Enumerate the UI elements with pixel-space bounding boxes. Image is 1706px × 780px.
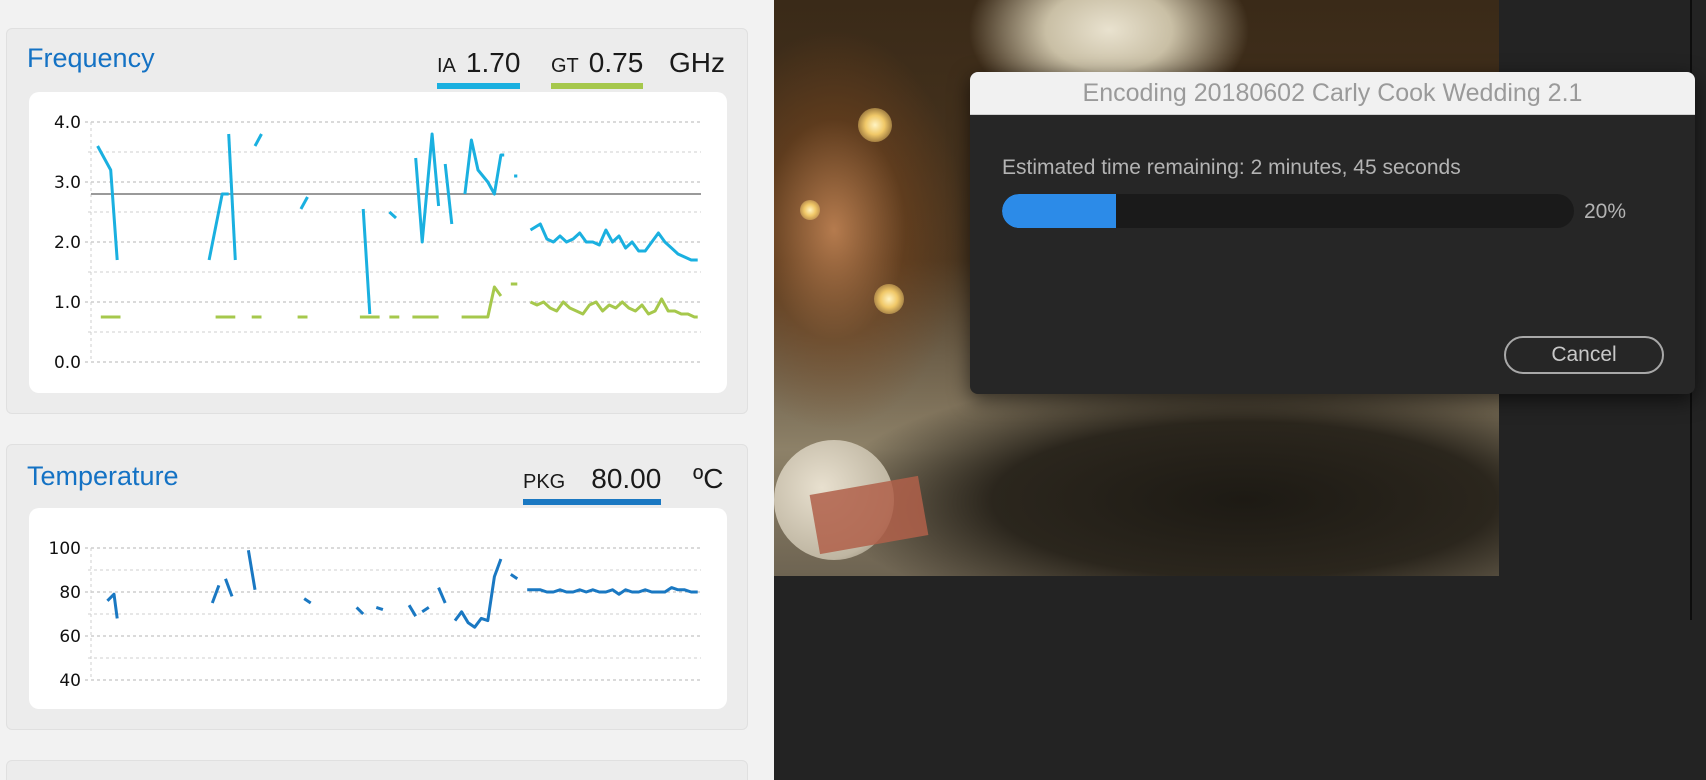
y-tick-label: 2.0 — [54, 233, 81, 253]
light-bokeh — [874, 284, 904, 314]
series-ia-line — [299, 196, 309, 210]
pkg-label: PKG — [523, 471, 566, 493]
gt-underline — [551, 83, 644, 89]
series-pkg-line — [421, 606, 430, 614]
series-ia-line — [388, 210, 398, 220]
temperature-title: Temperature — [27, 461, 179, 491]
y-tick-label: 0.0 — [54, 353, 81, 373]
estimated-time-text: Estimated time remaining: 2 minutes, 45 … — [1002, 156, 1461, 179]
ia-underline — [437, 83, 521, 89]
y-tick-label: 4.0 — [54, 113, 81, 133]
frequency-title: Frequency — [27, 43, 155, 73]
series-ia-line — [414, 132, 441, 244]
frequency-chart: 0.0 1.0 2.0 3.0 4.0 — [29, 92, 727, 393]
encoding-dialog: Encoding 20180602 Carly Cook Wedding 2.1… — [970, 72, 1695, 394]
temperature-card: Temperature PKG 80.00 ºC 40 60 80 100 — [6, 444, 748, 730]
temperature-unit: ºC — [693, 463, 724, 494]
ia-readout: IA 1.70 — [437, 47, 521, 89]
y-tick-label: 1.0 — [54, 293, 81, 313]
series-ia-line — [463, 138, 505, 196]
y-tick-label: 80 — [59, 583, 81, 603]
series-pkg-line — [210, 584, 221, 604]
light-bokeh — [800, 200, 820, 220]
dialog-title: Encoding 20180602 Carly Cook Wedding 2.1 — [970, 72, 1695, 115]
y-tick-label: 60 — [59, 627, 81, 647]
series-pkg-line — [437, 587, 447, 604]
next-metric-card — [6, 760, 748, 780]
series-ia-line — [253, 133, 263, 147]
y-tick-label: 3.0 — [54, 173, 81, 193]
gt-value: 0.75 — [588, 47, 644, 78]
frequency-chart-svg: 0.0 1.0 2.0 3.0 4.0 — [54, 113, 701, 373]
light-bokeh — [858, 108, 892, 142]
y-tick-label: 100 — [49, 539, 81, 559]
series-pkg-line — [303, 597, 312, 605]
temperature-chart: 40 60 80 100 — [29, 508, 727, 709]
system-monitor-panel: Frequency IA 1.70 GT 0.75 GHz 0.0 1.0 2.0 3… — [0, 0, 774, 780]
series-ia-line — [361, 208, 372, 315]
series-ia-line — [96, 145, 119, 261]
y-tick-label: 40 — [59, 671, 81, 691]
series-pkg-line — [527, 586, 698, 596]
series-pkg-line — [453, 558, 503, 629]
series-pkg-line — [375, 605, 384, 612]
series-pkg-line — [509, 573, 519, 581]
frequency-card: Frequency IA 1.70 GT 0.75 GHz 0.0 1.0 2.0 3… — [6, 28, 748, 414]
pkg-value: 80.00 — [591, 463, 662, 494]
progress-bar — [1002, 194, 1574, 228]
ia-value: 1.70 — [465, 47, 521, 78]
series-pkg-line — [224, 578, 234, 597]
progress-fill — [1002, 194, 1117, 228]
series-ia-line — [227, 133, 237, 261]
ia-label: IA — [437, 55, 456, 77]
pkg-underline — [523, 499, 662, 505]
series-ia-line — [207, 192, 229, 261]
gt-label: GT — [551, 55, 579, 77]
frequency-unit: GHz — [669, 47, 725, 78]
series-ia-line — [529, 222, 698, 262]
pkg-readout: PKG 80.00 — [523, 463, 662, 505]
series-pkg-line — [355, 606, 365, 616]
series-pkg-line — [407, 604, 417, 617]
gt-readout: GT 0.75 — [551, 47, 644, 89]
cancel-button[interactable]: Cancel — [1504, 336, 1664, 374]
temperature-chart-svg: 40 60 80 100 — [49, 539, 701, 691]
progress-percent: 20% — [1584, 200, 1627, 223]
series-pkg-line — [246, 549, 257, 591]
series-pkg-line — [106, 592, 119, 619]
